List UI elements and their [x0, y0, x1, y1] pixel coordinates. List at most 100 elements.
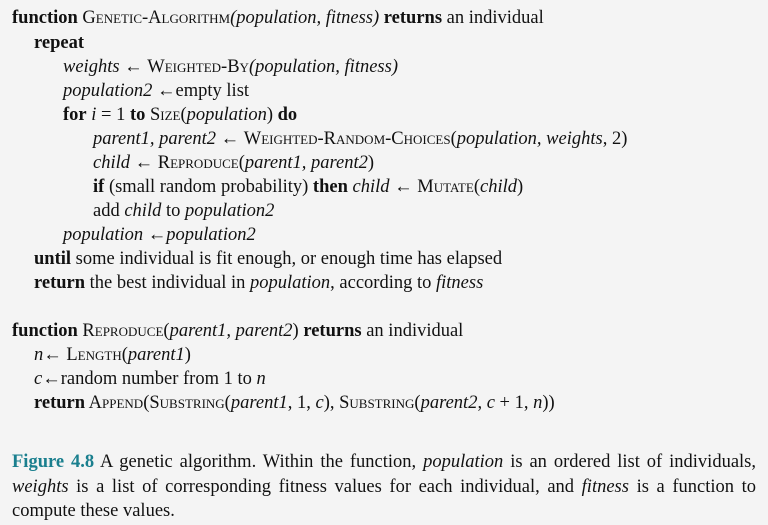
keyword-until: until: [34, 249, 72, 269]
mutate-arg: child: [480, 177, 517, 197]
function-params: parent1, parent2: [169, 321, 293, 341]
parents-line: parent1, parent2 ← Weighted-Random-Choic…: [93, 127, 627, 151]
paren: ),: [323, 393, 340, 413]
function-name: Genetic-Algorithm: [82, 8, 231, 28]
var-c: c: [486, 393, 495, 413]
fn-weighted-by: Weighted-By: [147, 57, 249, 77]
var-n: n: [34, 345, 44, 365]
var-child: child: [93, 153, 130, 173]
var-weights: weights: [63, 57, 120, 77]
keyword-for: for: [63, 105, 87, 125]
fn-size: Size: [145, 105, 181, 125]
if-condition: (small random probability): [104, 177, 313, 197]
arg-sep: ,: [477, 393, 487, 413]
for-line: for i = 1 to Size(population) do: [63, 103, 297, 127]
keyword-returns: returns: [383, 8, 443, 28]
add-text: add: [93, 201, 125, 221]
var-parent2: parent2: [420, 393, 478, 413]
choices-close: , 2): [602, 129, 628, 149]
child-line: child ← Reproduce(parent1, parent2): [93, 151, 374, 175]
fn-substring: Substring: [339, 393, 415, 413]
caption-var-population: population: [423, 452, 504, 472]
function-params: (population, fitness): [230, 8, 380, 28]
fn-append: Append: [85, 393, 144, 413]
random-text: random number from 1 to: [60, 369, 257, 389]
paren: )): [542, 393, 555, 413]
weights-line: weights ← Weighted-By(population, fitnes…: [63, 55, 398, 79]
arg-sep: + 1,: [494, 393, 534, 413]
var-parent1: parent1: [230, 393, 288, 413]
var-fitness: fitness: [435, 273, 484, 293]
paren-close: ): [517, 177, 524, 197]
keyword-return: return: [34, 273, 86, 293]
empty-list-text: empty list: [175, 81, 250, 101]
until-line: until some individual is fit enough, or …: [34, 247, 502, 271]
keyword-repeat: repeat: [34, 33, 84, 53]
keyword-function: function: [12, 321, 78, 341]
caption-text: is an ordered list of individuals,: [503, 452, 756, 472]
assign-arrow: ←: [134, 153, 154, 173]
return-line: return the best individual in population…: [34, 271, 483, 295]
paren-close: ): [266, 105, 274, 125]
paren-close: ): [367, 153, 375, 173]
according-text: , according to: [330, 273, 436, 293]
add-line: add child to population2: [93, 199, 274, 223]
population-assign-line: population ←population2: [63, 223, 256, 247]
caption-var-weights: weights: [12, 476, 69, 497]
var-child: child: [124, 201, 162, 221]
fn-reproduce: Reproduce: [157, 153, 239, 173]
keyword-returns: returns: [303, 321, 362, 341]
caption-var-fitness: fitness: [581, 476, 629, 497]
var-child: child: [352, 177, 390, 197]
var-population: population: [63, 225, 144, 245]
figure-label: Figure 4.8: [12, 452, 95, 472]
function-name: Reproduce: [82, 321, 164, 341]
return-text: the best individual in: [85, 273, 250, 293]
keyword-function: function: [12, 8, 78, 28]
assign-arrow: ←: [147, 225, 167, 245]
var-parents: parent1, parent2: [93, 129, 216, 149]
figure-caption: Figure 4.8 A genetic algorithm. Within t…: [12, 450, 756, 524]
keyword-then: then: [312, 177, 348, 197]
fn-weighted-random-choices: Weighted-Random-Choices: [243, 129, 451, 149]
fn-mutate: Mutate: [417, 177, 474, 197]
algorithm-figure: function Genetic-Algorithm(population, f…: [0, 0, 768, 525]
keyword-return: return: [34, 393, 86, 413]
until-text: some individual is fit enough, or enough…: [71, 249, 503, 269]
assign-arrow: ←: [220, 129, 240, 149]
ga-header-line: function Genetic-Algorithm(population, f…: [12, 6, 544, 30]
var-n: n: [533, 393, 543, 413]
var-population2: population2: [166, 225, 256, 245]
var-c: c: [34, 369, 43, 389]
repeat-line: repeat: [34, 31, 84, 55]
keyword-to: to: [129, 105, 146, 125]
caption-text: is a list of corresponding fitness value…: [68, 476, 582, 497]
weighted-by-args: (population, fitness): [248, 57, 398, 77]
var-population2: population2: [63, 81, 153, 101]
population2-init-line: population2 ←empty list: [63, 79, 249, 103]
keyword-if: if: [93, 177, 105, 197]
choices-args: population, weights: [456, 129, 603, 149]
for-eq: = 1: [96, 105, 130, 125]
to-text: to: [161, 201, 185, 221]
keyword-do: do: [277, 105, 298, 125]
paren-close: ): [184, 345, 191, 365]
var-population: population: [186, 105, 267, 125]
var-population: population: [249, 273, 331, 293]
arg-sep: , 1,: [287, 393, 316, 413]
var-parent1: parent1: [127, 345, 185, 365]
returns-text: an individual: [446, 8, 544, 28]
fn-length: Length: [66, 345, 122, 365]
reproduce-args: parent1, parent2: [244, 153, 368, 173]
assign-arrow: ←: [124, 57, 143, 77]
mutate-line: if (small random probability) then child…: [93, 175, 523, 199]
fn-substring: Substring: [149, 393, 225, 413]
n-line: n← Length(parent1): [34, 343, 191, 367]
assign-arrow: ←: [42, 369, 61, 389]
reproduce-header-line: function Reproduce(parent1, parent2) ret…: [12, 319, 463, 343]
var-n: n: [256, 369, 266, 389]
caption-text: A genetic algorithm. Within the function…: [94, 452, 424, 472]
reproduce-return-line: return Append(Substring(parent1, 1, c), …: [34, 391, 555, 415]
c-line: c←random number from 1 to n: [34, 367, 266, 391]
var-c: c: [315, 393, 324, 413]
